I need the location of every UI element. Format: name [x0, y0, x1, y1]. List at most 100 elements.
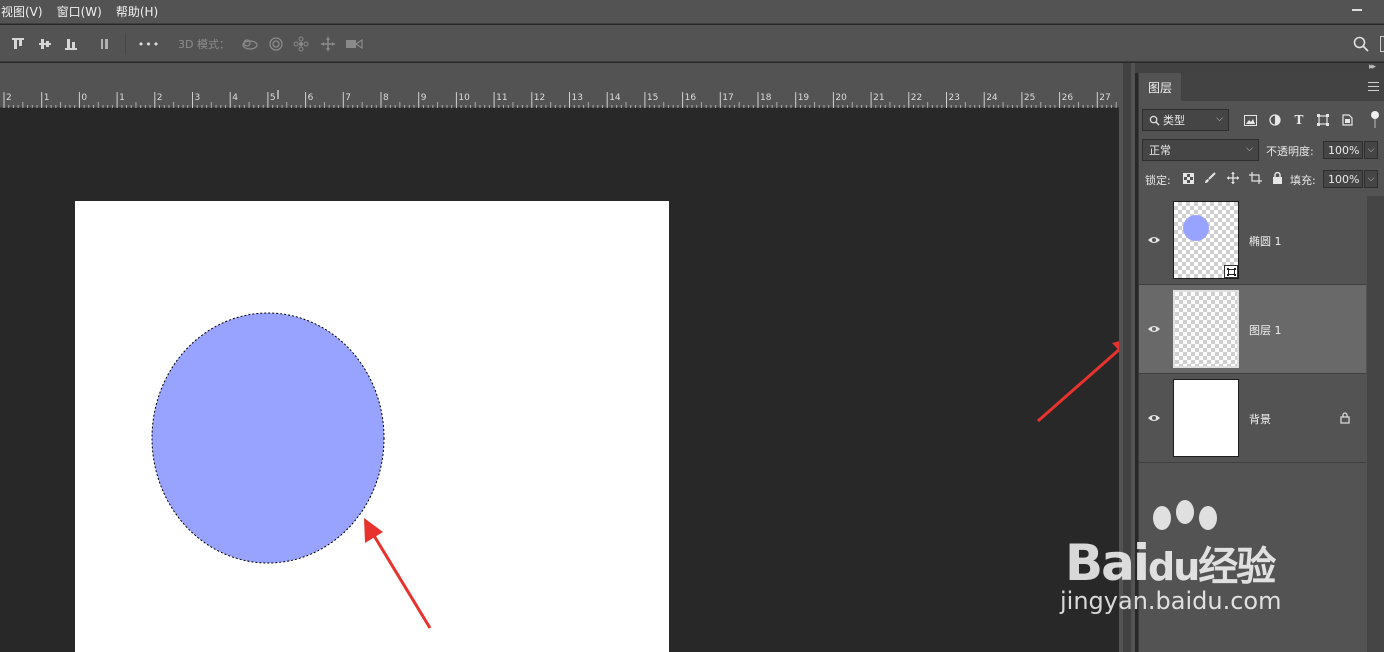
ruler-label: 16 — [685, 93, 697, 103]
align-top-button[interactable] — [8, 34, 28, 54]
layer-thumbnail[interactable] — [1173, 379, 1239, 457]
canvas-area[interactable] — [0, 108, 1119, 652]
distribute-icon — [101, 39, 108, 49]
layer-name[interactable]: 图层 1 — [1249, 322, 1282, 338]
lock-transparent-button[interactable] — [1180, 170, 1196, 186]
menu-window[interactable]: 窗口(W) — [56, 3, 109, 20]
opacity-input[interactable]: 100% — [1323, 141, 1363, 159]
3d-pan-button[interactable] — [291, 34, 311, 54]
align-bottom-icon — [65, 39, 77, 50]
filter-shape-button[interactable] — [1315, 112, 1331, 128]
layer-thumbnail[interactable] — [1173, 201, 1239, 279]
search-button[interactable] — [1351, 34, 1371, 54]
brush-icon — [1205, 172, 1216, 183]
lock-all-button[interactable] — [1269, 170, 1285, 186]
filter-type-button[interactable]: T — [1291, 112, 1307, 128]
fill-input[interactable]: 100% — [1323, 170, 1363, 188]
panel-menu-icon[interactable] — [1368, 82, 1379, 91]
eye-icon[interactable] — [1147, 234, 1161, 246]
ruler-label: 19 — [798, 93, 810, 103]
3d-slide-button[interactable] — [318, 34, 338, 54]
layer-filter-label: 类型 — [1163, 114, 1185, 127]
ruler-label: 11 — [496, 93, 507, 103]
distribute-button[interactable] — [95, 34, 115, 54]
ruler-label: 20 — [835, 93, 847, 103]
opacity-slider-button[interactable]: ⌵ — [1364, 141, 1378, 159]
align-top-icon — [12, 38, 24, 49]
align-bottom-button[interactable] — [61, 34, 81, 54]
ruler-label: 10 — [458, 93, 470, 103]
ruler-label: 4 — [232, 93, 238, 103]
lock-icon[interactable] — [1339, 412, 1351, 424]
layer-filter-dropdown[interactable]: 类型 ⌵ — [1142, 109, 1229, 131]
layer-row-ellipse[interactable]: 椭圆 1 — [1139, 196, 1366, 285]
layer-name[interactable]: 椭圆 1 — [1249, 233, 1282, 249]
chevron-down-icon: ⌵ — [1367, 145, 1375, 155]
3d-mode-label: 3D 模式： — [178, 38, 230, 51]
checkerboard-icon — [1182, 172, 1194, 184]
3d-orbit-button[interactable] — [240, 34, 260, 54]
vertical-scrollbar[interactable] — [1119, 63, 1135, 652]
layer-row-background[interactable]: 背景 — [1139, 374, 1366, 463]
eye-icon[interactable] — [1147, 323, 1161, 335]
horizontal-ruler: 2 1 0 1 2 3 4 5 6 7 8 9 10 11 12 13 14 15 16 17 18 19 20 21 22 23… — [0, 90, 1119, 108]
ruler-label: 3 — [195, 93, 201, 103]
fill-slider-button[interactable]: ⌵ — [1364, 170, 1378, 188]
3d-camera-button[interactable] — [344, 34, 364, 54]
layer-row-layer1[interactable]: 图层 1 — [1139, 285, 1366, 374]
ruler-label: 7 — [345, 93, 351, 103]
ruler-label: 1 — [119, 93, 125, 103]
align-vcenter-button[interactable] — [35, 34, 55, 54]
ruler-ticks: 2 1 0 1 2 3 4 5 6 7 8 9 10 11 12 13 14 15 16 17 18 19 20 21 22 23… — [3, 90, 1117, 108]
blend-mode-dropdown[interactable]: 正常 ⌵ — [1142, 139, 1259, 161]
ellipse-shape[interactable] — [152, 313, 384, 563]
lock-pixels-button[interactable] — [1202, 170, 1218, 186]
minimize-button[interactable] — [1346, 3, 1368, 17]
filter-smartobject-button[interactable] — [1339, 112, 1355, 128]
ruler-label: 1 — [44, 93, 50, 103]
lock-label: 锁定: — [1145, 174, 1171, 187]
lock-position-button[interactable] — [1225, 170, 1241, 186]
tab-layers[interactable]: 图层 — [1139, 73, 1181, 101]
move-icon — [1227, 172, 1239, 184]
3d-slide-icon — [321, 37, 335, 51]
artboard-icon — [1248, 172, 1262, 184]
chevron-down-icon: ⌵ — [1246, 144, 1253, 154]
collapse-panels-icon[interactable]: ▸▸ — [1369, 62, 1376, 72]
ruler-label: 6 — [308, 93, 314, 103]
filter-adjustment-button[interactable] — [1267, 112, 1283, 128]
layer-thumbnail[interactable] — [1173, 290, 1239, 368]
3d-pan-icon — [293, 36, 309, 52]
minimize-icon — [1352, 9, 1362, 11]
options-bar: ••• 3D 模式： — [0, 25, 1384, 62]
menu-bar: 视图(V) 窗口(W) 帮助(H) — [0, 0, 1384, 24]
lock-artboard-button[interactable] — [1247, 170, 1263, 186]
smart-object-icon — [1341, 114, 1353, 126]
ruler-label: 25 — [1024, 93, 1035, 103]
ruler-label: 21 — [873, 93, 884, 103]
blend-row: 正常 ⌵ 不透明度: 100% ⌵ — [1139, 138, 1384, 162]
shape-badge — [1224, 265, 1238, 278]
ruler-label: 15 — [647, 93, 658, 103]
canvas-artwork — [151, 312, 385, 564]
filter-pixel-button[interactable] — [1242, 112, 1258, 128]
ruler-label: 23 — [949, 93, 960, 103]
text-t-icon: T — [1294, 113, 1304, 127]
more-options-button[interactable]: ••• — [137, 34, 161, 54]
ruler-label: 8 — [383, 93, 389, 103]
layers-scrollbar[interactable] — [1367, 196, 1384, 652]
ruler-label: 22 — [911, 93, 922, 103]
ruler-label: 14 — [609, 93, 621, 103]
menu-help[interactable]: 帮助(H) — [115, 3, 165, 20]
eye-icon[interactable] — [1147, 412, 1161, 424]
layer-name[interactable]: 背景 — [1249, 411, 1271, 427]
workspace-icon[interactable] — [1380, 36, 1384, 52]
ruler-label: 13 — [572, 93, 583, 103]
3d-orbit-icon — [242, 39, 258, 50]
document-canvas[interactable] — [75, 201, 669, 652]
filter-toggle-switch[interactable] — [1371, 111, 1379, 119]
ruler-label: 5 — [270, 93, 276, 103]
menu-view[interactable]: 视图(V) — [0, 3, 50, 20]
opacity-label: 不透明度: — [1266, 145, 1314, 158]
3d-roll-button[interactable] — [266, 34, 286, 54]
